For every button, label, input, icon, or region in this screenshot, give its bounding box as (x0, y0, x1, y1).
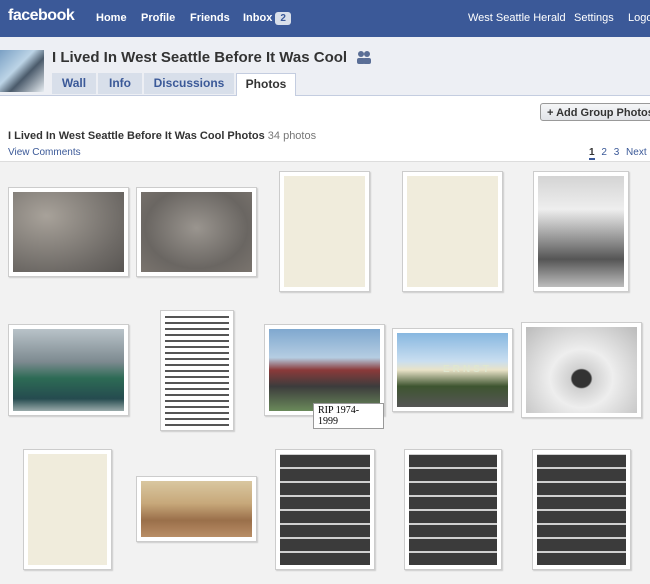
nav-west-seattle-herald[interactable]: West Seattle Herald (468, 12, 566, 24)
photos-title: I Lived In West Seattle Before It Was Co… (8, 130, 316, 142)
nav-logout[interactable]: Logout (628, 12, 650, 24)
newspaper-clipping-photo (165, 315, 229, 426)
group-header: I Lived In West Seattle Before It Was Co… (0, 37, 650, 96)
storefront-photo (538, 176, 624, 287)
inbox-label: Inbox (243, 12, 273, 24)
photo-thumbnail[interactable] (23, 449, 112, 570)
tab-wall[interactable]: Wall (52, 73, 96, 94)
inbox-count-badge: 2 (275, 12, 291, 25)
photo-thumbnail[interactable] (160, 310, 234, 431)
yearbook-page-photo (284, 176, 365, 287)
heart-stone-photo (13, 192, 124, 272)
historic-building-photo (526, 327, 637, 413)
class-photo (141, 481, 252, 537)
nav-inbox[interactable]: Inbox 2 (243, 12, 291, 25)
photo-thumbnail[interactable] (8, 187, 129, 277)
photo-thumbnail[interactable]: ERNST (392, 328, 513, 412)
add-group-photos-button[interactable]: + Add Group Photos (540, 103, 650, 121)
photo-thumbnail[interactable] (402, 171, 503, 292)
luck-toy-restaurant-sign-photo (13, 329, 124, 411)
nav-home[interactable]: Home (96, 12, 127, 24)
facebook-logo[interactable]: facebook (8, 7, 75, 25)
yearbook-page-photo (407, 176, 498, 287)
photo-grid: RIP 1974-1999 ERNST (0, 161, 650, 584)
top-navigation-bar: facebook Home Profile Friends Inbox 2 Wes… (0, 0, 650, 37)
page-1[interactable]: 1 (589, 147, 595, 160)
photo-thumbnail[interactable] (532, 449, 631, 570)
page-3[interactable]: 3 (614, 147, 620, 158)
tab-discussions[interactable]: Discussions (144, 73, 234, 94)
photo-thumbnail[interactable] (136, 187, 257, 277)
photo-thumbnail[interactable] (533, 171, 629, 292)
nav-profile[interactable]: Profile (141, 12, 175, 24)
group-title[interactable]: I Lived In West Seattle Before It Was Co… (52, 49, 347, 66)
ernst-sign-text: ERNST (443, 364, 492, 375)
yearbook-page-photo (280, 454, 370, 565)
page-2[interactable]: 2 (601, 147, 607, 158)
next-page-link[interactable]: Next (626, 147, 647, 158)
photo-thumbnail[interactable] (404, 449, 502, 570)
group-avatar[interactable] (0, 50, 44, 92)
nav-settings[interactable]: Settings (574, 12, 614, 24)
photo-thumbnail[interactable] (279, 171, 370, 292)
tab-photos[interactable]: Photos (236, 73, 296, 96)
photo-thumbnail[interactable]: RIP 1974-1999 (264, 324, 385, 429)
tab-info[interactable]: Info (98, 73, 142, 94)
pagination: 1 2 3 Next (589, 147, 650, 160)
photo-count: 34 photos (267, 130, 317, 142)
group-members-icon (357, 51, 371, 64)
photos-title-text: I Lived In West Seattle Before It Was Co… (8, 130, 265, 142)
bison-building-photo (269, 329, 380, 411)
nav-friends[interactable]: Friends (190, 12, 230, 24)
photo-thumbnail[interactable] (8, 324, 129, 416)
photo-thumbnail[interactable] (136, 476, 257, 542)
yearbook-page-photo (28, 454, 107, 565)
yearbook-page-photo (409, 454, 497, 565)
yearbook-page-photo (537, 454, 626, 565)
view-comments-link[interactable]: View Comments (8, 147, 81, 158)
photo-thumbnail[interactable] (275, 449, 375, 570)
heart-stone-photo (141, 192, 252, 272)
photo-thumbnail[interactable] (521, 322, 642, 418)
rip-caption: RIP 1974-1999 (313, 403, 384, 429)
